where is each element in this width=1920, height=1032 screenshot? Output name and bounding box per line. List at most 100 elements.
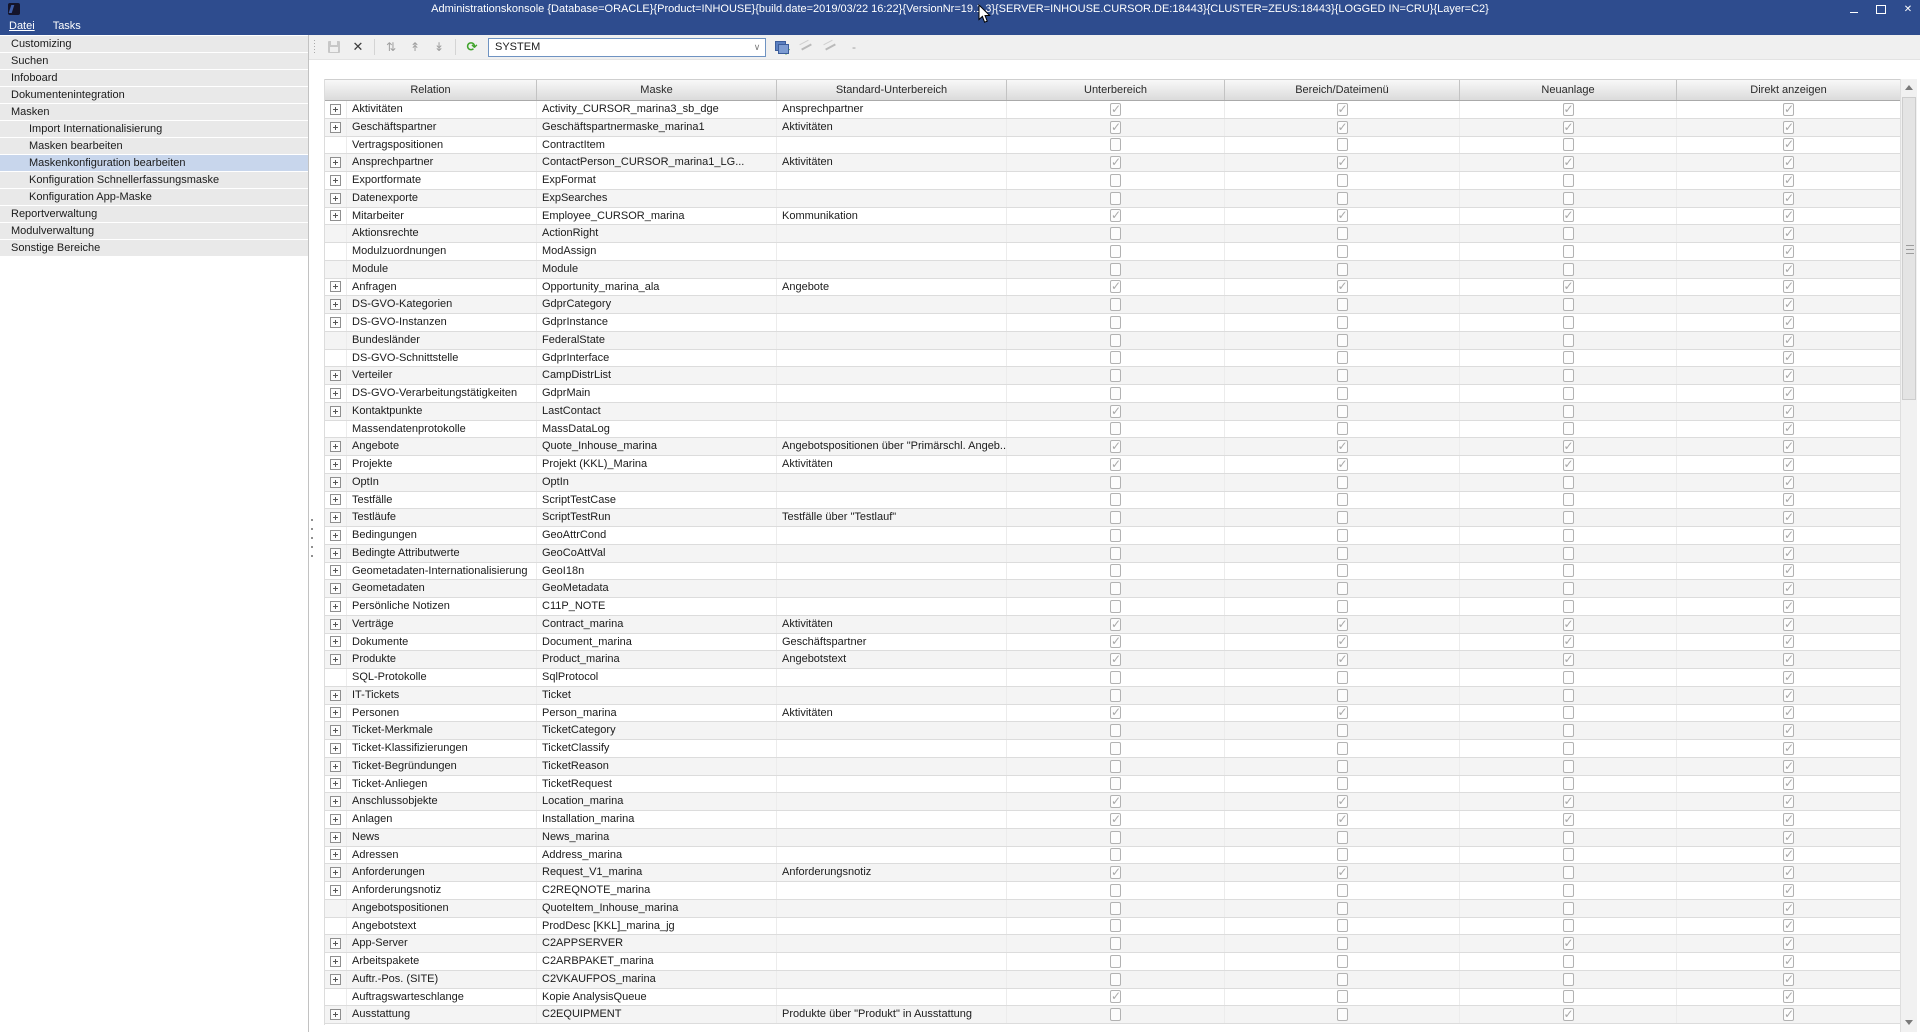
- checkbox-unterbereich[interactable]: [1110, 387, 1121, 400]
- expand-icon[interactable]: [330, 583, 341, 594]
- checkbox-neuanlage[interactable]: [1563, 990, 1574, 1003]
- checkbox-neuanlage[interactable]: [1563, 866, 1574, 879]
- checkbox-unterbereich[interactable]: [1110, 955, 1121, 968]
- column-header-standard-unterbereich[interactable]: Standard-Unterbereich: [777, 80, 1007, 100]
- checkbox-neuanlage[interactable]: [1563, 760, 1574, 773]
- table-row[interactable]: AnschlussobjekteLocation_marina: [325, 793, 1901, 811]
- checkbox-neuanlage[interactable]: [1563, 369, 1574, 382]
- expand-icon[interactable]: [330, 725, 341, 736]
- checkbox-unterbereich[interactable]: [1110, 263, 1121, 276]
- checkbox-direkt-anzeigen[interactable]: [1783, 192, 1794, 205]
- sidebar-item-maskenkonfiguration-bearbeiten[interactable]: Maskenkonfiguration bearbeiten: [0, 155, 308, 171]
- checkbox-bereich-dateimenu[interactable]: [1337, 334, 1348, 347]
- checkbox-bereich-dateimenu[interactable]: [1337, 174, 1348, 187]
- checkbox-direkt-anzeigen[interactable]: [1783, 937, 1794, 950]
- checkbox-unterbereich[interactable]: [1110, 422, 1121, 435]
- checkbox-bereich-dateimenu[interactable]: [1337, 405, 1348, 418]
- expand-icon[interactable]: [330, 175, 341, 186]
- vertical-scrollbar[interactable]: [1900, 79, 1917, 1032]
- checkbox-unterbereich[interactable]: [1110, 529, 1121, 542]
- expand-icon[interactable]: [330, 210, 341, 221]
- checkbox-neuanlage[interactable]: [1563, 422, 1574, 435]
- save-button[interactable]: [324, 38, 344, 56]
- checkbox-direkt-anzeigen[interactable]: [1783, 653, 1794, 666]
- expand-icon[interactable]: [330, 494, 341, 505]
- checkbox-neuanlage[interactable]: [1563, 600, 1574, 613]
- checkbox-bereich-dateimenu[interactable]: [1337, 777, 1348, 790]
- checkbox-bereich-dateimenu[interactable]: [1337, 653, 1348, 666]
- checkbox-unterbereich[interactable]: [1110, 245, 1121, 258]
- checkbox-unterbereich[interactable]: [1110, 334, 1121, 347]
- checkbox-neuanlage[interactable]: [1563, 635, 1574, 648]
- table-row[interactable]: DS-GVO-VerarbeitungstätigkeitenGdprMain: [325, 385, 1901, 403]
- checkbox-unterbereich[interactable]: [1110, 884, 1121, 897]
- table-row[interactable]: AnforderungsnotizC2REQNOTE_marina: [325, 882, 1901, 900]
- expand-icon[interactable]: [330, 743, 341, 754]
- checkbox-unterbereich[interactable]: [1110, 493, 1121, 506]
- checkbox-neuanlage[interactable]: [1563, 689, 1574, 702]
- checkbox-direkt-anzeigen[interactable]: [1783, 156, 1794, 169]
- checkbox-direkt-anzeigen[interactable]: [1783, 919, 1794, 932]
- table-row[interactable]: SQL-ProtokolleSqlProtocol: [325, 669, 1901, 687]
- checkbox-unterbereich[interactable]: [1110, 103, 1121, 116]
- column-header-maske[interactable]: Maske: [537, 80, 777, 100]
- checkbox-unterbereich[interactable]: [1110, 760, 1121, 773]
- checkbox-bereich-dateimenu[interactable]: [1337, 582, 1348, 595]
- checkbox-neuanlage[interactable]: [1563, 440, 1574, 453]
- table-row[interactable]: AnlagenInstallation_marina: [325, 811, 1901, 829]
- checkbox-neuanlage[interactable]: [1563, 564, 1574, 577]
- checkbox-direkt-anzeigen[interactable]: [1783, 476, 1794, 489]
- scrollbar-thumb[interactable]: [1902, 97, 1916, 400]
- checkbox-bereich-dateimenu[interactable]: [1337, 121, 1348, 134]
- checkbox-neuanlage[interactable]: [1563, 405, 1574, 418]
- user-select-dropdown[interactable]: SYSTEM ∨: [488, 38, 766, 57]
- expand-icon[interactable]: [330, 761, 341, 772]
- table-row[interactable]: AktionsrechteActionRight: [325, 225, 1901, 243]
- checkbox-direkt-anzeigen[interactable]: [1783, 990, 1794, 1003]
- checkbox-direkt-anzeigen[interactable]: [1783, 351, 1794, 364]
- column-header-direkt-anzeigen[interactable]: Direkt anzeigen: [1677, 80, 1901, 100]
- table-row[interactable]: AnsprechpartnerContactPerson_CURSOR_mari…: [325, 154, 1901, 172]
- checkbox-neuanlage[interactable]: [1563, 919, 1574, 932]
- checkbox-neuanlage[interactable]: [1563, 227, 1574, 240]
- checkbox-neuanlage[interactable]: [1563, 511, 1574, 524]
- refresh-button[interactable]: ⟳: [462, 38, 482, 56]
- checkbox-unterbereich[interactable]: [1110, 902, 1121, 915]
- checkbox-direkt-anzeigen[interactable]: [1783, 564, 1794, 577]
- expand-icon[interactable]: [330, 636, 341, 647]
- table-row[interactable]: IT-TicketsTicket: [325, 687, 1901, 705]
- checkbox-direkt-anzeigen[interactable]: [1783, 689, 1794, 702]
- checkbox-bereich-dateimenu[interactable]: [1337, 848, 1348, 861]
- checkbox-bereich-dateimenu[interactable]: [1337, 795, 1348, 808]
- checkbox-unterbereich[interactable]: [1110, 919, 1121, 932]
- checkbox-bereich-dateimenu[interactable]: [1337, 973, 1348, 986]
- checkbox-direkt-anzeigen[interactable]: [1783, 121, 1794, 134]
- checkbox-neuanlage[interactable]: [1563, 334, 1574, 347]
- checkbox-direkt-anzeigen[interactable]: [1783, 334, 1794, 347]
- table-row[interactable]: ProjekteProjekt (KKL)_MarinaAktivitäten: [325, 456, 1901, 474]
- checkbox-neuanlage[interactable]: [1563, 582, 1574, 595]
- table-row[interactable]: Ticket-AnliegenTicketRequest: [325, 776, 1901, 794]
- table-row[interactable]: MitarbeiterEmployee_CURSOR_marinaKommuni…: [325, 208, 1901, 226]
- table-row[interactable]: DS-GVO-InstanzenGdprInstance: [325, 314, 1901, 332]
- checkbox-bereich-dateimenu[interactable]: [1337, 192, 1348, 205]
- checkbox-bereich-dateimenu[interactable]: [1337, 138, 1348, 151]
- checkbox-bereich-dateimenu[interactable]: [1337, 760, 1348, 773]
- checkbox-unterbereich[interactable]: [1110, 831, 1121, 844]
- table-row[interactable]: OptInOptIn: [325, 474, 1901, 492]
- table-row[interactable]: Ticket-BegründungenTicketReason: [325, 758, 1901, 776]
- sidebar-item-modulverwaltung[interactable]: Modulverwaltung: [0, 223, 308, 239]
- checkbox-direkt-anzeigen[interactable]: [1783, 600, 1794, 613]
- checkbox-direkt-anzeigen[interactable]: [1783, 955, 1794, 968]
- table-row[interactable]: AuftragswarteschlangeKopie AnalysisQueue: [325, 989, 1901, 1007]
- apply-config-all-button[interactable]: [820, 38, 840, 56]
- checkbox-neuanlage[interactable]: [1563, 103, 1574, 116]
- checkbox-unterbereich[interactable]: [1110, 742, 1121, 755]
- table-row[interactable]: DatenexporteExpSearches: [325, 190, 1901, 208]
- checkbox-direkt-anzeigen[interactable]: [1783, 245, 1794, 258]
- expand-icon[interactable]: [330, 707, 341, 718]
- checkbox-unterbereich[interactable]: [1110, 547, 1121, 560]
- splitter-handle[interactable]: [310, 519, 314, 565]
- column-header-bereich-dateimen-[interactable]: Bereich/Dateimenü: [1225, 80, 1460, 100]
- checkbox-unterbereich[interactable]: [1110, 582, 1121, 595]
